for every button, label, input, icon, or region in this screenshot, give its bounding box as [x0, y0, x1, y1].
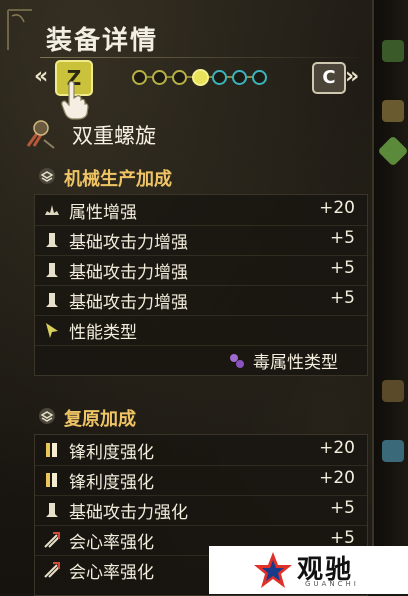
prev-arrow-icon[interactable]: «: [34, 64, 48, 89]
element-icon: [45, 205, 59, 215]
page-title: 装备详情: [46, 26, 159, 56]
attack-icon: [46, 263, 58, 277]
list-item-label: 基础攻击力增强: [69, 233, 188, 253]
list-item: 属性增强 +20: [35, 195, 367, 226]
star-logo-icon: [254, 552, 292, 588]
equipment-detail-panel: 装备详情 « Z C » 双重螺旋 机械生产加成 属性增强 +20 基础攻击力增…: [0, 0, 372, 596]
watermark-logo: 观驰 GUANCHI: [209, 546, 408, 594]
list-item-label: 性能类型: [69, 323, 137, 343]
attack-icon: [46, 293, 58, 307]
page-dot[interactable]: [252, 70, 267, 85]
list-item-value: +5: [329, 528, 355, 548]
list-item-label: 会心率强化: [69, 563, 154, 583]
side-tab[interactable]: [382, 440, 404, 462]
page-dot[interactable]: [152, 70, 167, 85]
list-item-value: +20: [319, 198, 355, 218]
list-item-value: +5: [329, 288, 355, 308]
poison-icon: [230, 354, 244, 368]
attack-icon: [46, 233, 58, 247]
affinity-icon: [44, 562, 60, 578]
side-panel-edge: [372, 0, 408, 594]
list-item-label: 锋利度强化: [69, 443, 154, 463]
dual-blades-weapon-icon: [26, 120, 55, 149]
list-item-value: +5: [329, 498, 355, 518]
list-item: 毒属性类型: [35, 345, 367, 375]
list-item-label: 基础攻击力增强: [69, 293, 188, 313]
augment-icon: [39, 408, 55, 424]
sharpness-icon: [46, 473, 57, 487]
list-item-value: +5: [329, 258, 355, 278]
affinity-icon: [44, 532, 60, 548]
corner-ornament-icon: [7, 9, 32, 50]
element-type-icon: [46, 323, 58, 338]
next-arrow-icon[interactable]: »: [345, 64, 359, 89]
list-item-label: 基础攻击力强化: [69, 503, 188, 523]
page-dot[interactable]: [132, 70, 147, 85]
list-item: 基础攻击力增强 +5: [35, 285, 367, 316]
list-item: 基础攻击力增强 +5: [35, 255, 367, 286]
page-dot[interactable]: [232, 70, 247, 85]
weapon-row: 双重螺旋: [24, 118, 364, 149]
section-title: 复原加成: [64, 409, 136, 430]
list-item-label: 锋利度强化: [69, 473, 154, 493]
list-item: 基础攻击力增强 +5: [35, 225, 367, 256]
list-item-value: +20: [319, 468, 355, 488]
attack-icon: [46, 503, 58, 517]
watermark-subtext: GUANCHI: [305, 580, 359, 588]
sharpness-icon: [46, 443, 57, 457]
weapon-name: 双重螺旋: [72, 124, 156, 148]
next-page-key[interactable]: C: [312, 62, 346, 94]
list-item-label: 会心率强化: [69, 533, 154, 553]
section-title: 机械生产加成: [64, 169, 172, 190]
side-tab[interactable]: [382, 100, 404, 122]
list-item-value: +20: [319, 438, 355, 458]
mechanical-bonus-list: 属性增强 +20 基础攻击力增强 +5 基础攻击力增强 +5 基础攻击力增强 +…: [34, 194, 368, 376]
page-dot[interactable]: [172, 70, 187, 85]
augment-icon: [39, 168, 55, 184]
side-tab[interactable]: [382, 40, 404, 62]
list-item-value: +5: [329, 228, 355, 248]
page-dot-active[interactable]: [192, 69, 209, 86]
list-item-label: 基础攻击力增强: [69, 263, 188, 283]
page-dot[interactable]: [212, 70, 227, 85]
list-item: 锋利度强化 +20: [35, 435, 367, 466]
title-divider: [40, 57, 370, 58]
list-item: 性能类型: [35, 315, 367, 346]
side-tab[interactable]: [377, 135, 408, 167]
list-item-label: 属性增强: [69, 203, 137, 223]
hand-cursor-icon: [61, 80, 89, 120]
side-tab[interactable]: [382, 380, 404, 402]
list-item: 锋利度强化 +20: [35, 465, 367, 496]
list-item-label: 毒属性类型: [253, 353, 338, 373]
list-item: 基础攻击力强化 +5: [35, 495, 367, 526]
